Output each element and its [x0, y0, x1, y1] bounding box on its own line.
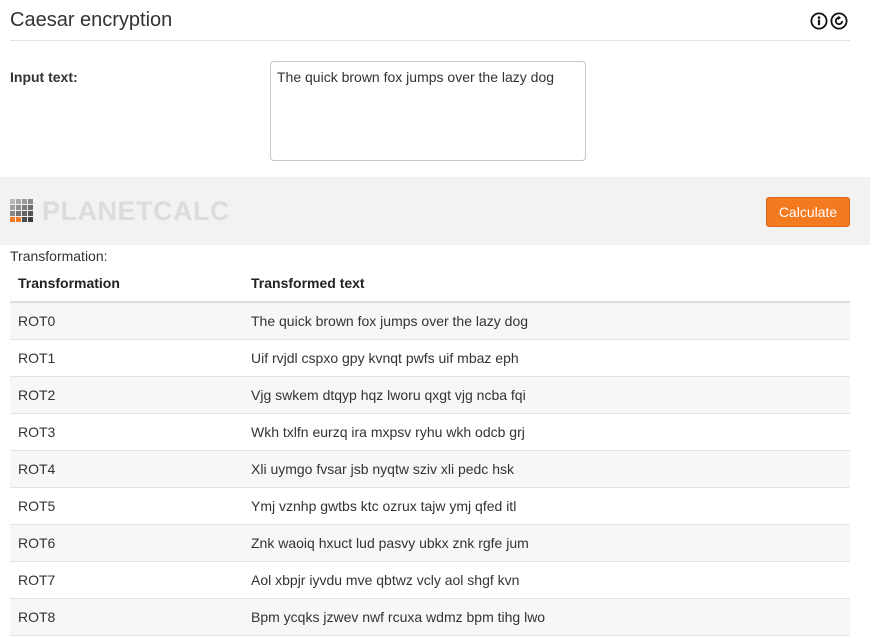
transformed-text-cell: Xli uymgo fvsar jsb nyqtw sziv xli pedc …: [243, 450, 850, 488]
table-row: ROT3 Wkh txlfn eurzq ira mxpsv ryhu wkh …: [10, 413, 850, 451]
rot-cell: ROT5: [10, 487, 243, 525]
logo-text: PLANETCALC: [42, 196, 230, 226]
input-text-label: Input text:: [10, 69, 78, 85]
logo-grid-icon: [10, 199, 33, 222]
transformed-text-cell: Ymj vznhp gwtbs ktc ozrux tajw ymj qfed …: [243, 487, 850, 525]
table-header-row: Transformation Transformed text: [10, 265, 850, 303]
table-row: ROT0 The quick brown fox jumps over the …: [10, 302, 850, 340]
rot-cell: ROT8: [10, 598, 243, 636]
table-row: ROT4 Xli uymgo fvsar jsb nyqtw sziv xli …: [10, 450, 850, 488]
reset-icon[interactable]: [830, 12, 848, 30]
planetcalc-logo: PLANETCALC: [10, 196, 230, 226]
table-row: ROT2 Vjg swkem dtqyp hqz lworu qxgt vjg …: [10, 376, 850, 414]
brand-bar: PLANETCALC Calculate: [0, 177, 870, 245]
info-icon[interactable]: [810, 12, 828, 30]
table-row: ROT1 Uif rvjdl cspxo gpy kvnqt pwfs uif …: [10, 339, 850, 377]
result-caption: Transformation:: [10, 248, 108, 264]
calculate-button[interactable]: Calculate: [766, 197, 850, 227]
transformed-text-cell: Vjg swkem dtqyp hqz lworu qxgt vjg ncba …: [243, 376, 850, 414]
column-header-transformation: Transformation: [10, 265, 243, 303]
table-row: ROT7 Aol xbpjr iyvdu mve qbtwz vcly aol …: [10, 561, 850, 599]
rot-cell: ROT1: [10, 339, 243, 377]
column-header-transformed-text: Transformed text: [243, 265, 850, 303]
rot-cell: ROT7: [10, 561, 243, 599]
table-row: ROT5 Ymj vznhp gwtbs ktc ozrux tajw ymj …: [10, 487, 850, 525]
rot-cell: ROT0: [10, 302, 243, 340]
transformed-text-cell: Wkh txlfn eurzq ira mxpsv ryhu wkh odcb …: [243, 413, 850, 451]
table-row: ROT6 Znk waoiq hxuct lud pasvy ubkx znk …: [10, 524, 850, 562]
rot-cell: ROT6: [10, 524, 243, 562]
transformed-text-cell: Aol xbpjr iyvdu mve qbtwz vcly aol shgf …: [243, 561, 850, 599]
header-icons: [810, 12, 848, 30]
transformed-text-cell: Uif rvjdl cspxo gpy kvnqt pwfs uif mbaz …: [243, 339, 850, 377]
transformed-text-cell: Bpm ycqks jzwev nwf rcuxa wdmz bpm tihg …: [243, 598, 850, 636]
input-text-field[interactable]: The quick brown fox jumps over the lazy …: [270, 61, 586, 161]
transformed-text-cell: The quick brown fox jumps over the lazy …: [243, 302, 850, 340]
calculator-header: Caesar encryption: [10, 0, 850, 41]
rot-cell: ROT4: [10, 450, 243, 488]
transformed-text-cell: Znk waoiq hxuct lud pasvy ubkx znk rgfe …: [243, 524, 850, 562]
table-row: ROT8 Bpm ycqks jzwev nwf rcuxa wdmz bpm …: [10, 598, 850, 636]
result-table: Transformation Transformed text ROT0 The…: [10, 265, 850, 636]
page-title: Caesar encryption: [10, 9, 173, 31]
rot-cell: ROT2: [10, 376, 243, 414]
rot-cell: ROT3: [10, 413, 243, 451]
